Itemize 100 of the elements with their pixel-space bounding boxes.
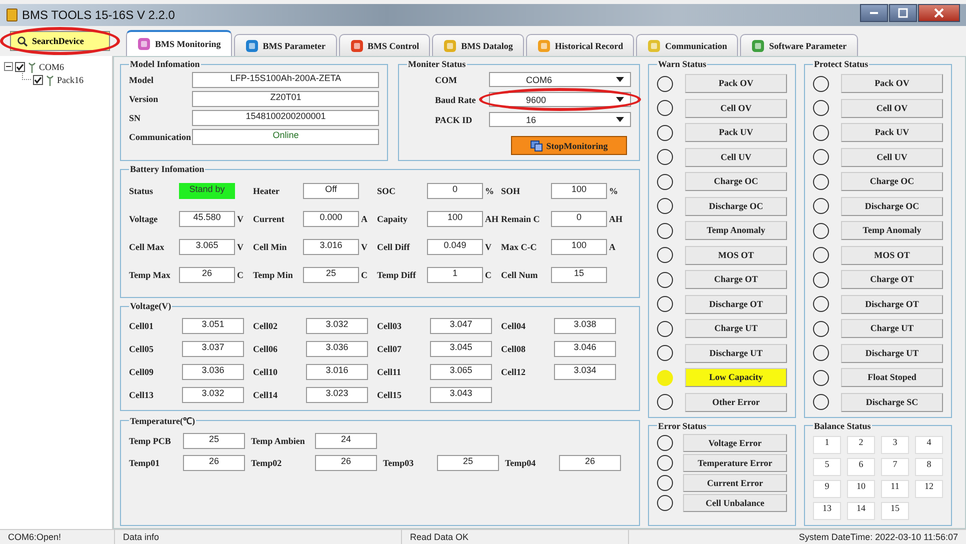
value-field: 3.037 — [182, 341, 244, 357]
field-label: Baud Rate — [435, 94, 477, 104]
caret-icon — [616, 76, 624, 82]
group-title: Model Infomation — [129, 59, 201, 69]
dropdown[interactable]: 16 — [489, 112, 631, 127]
status-indicator: Current Error — [683, 474, 787, 492]
unit-label: V — [236, 214, 244, 224]
status-indicator: Charge OC — [685, 172, 787, 191]
tab-icon — [647, 38, 662, 52]
status-indicator: Discharge SC — [841, 392, 943, 412]
value-field: 100 — [551, 239, 607, 255]
cell-label: Cell09 — [129, 367, 154, 377]
unit-label: A — [360, 214, 368, 224]
field-label: SOH — [501, 186, 522, 196]
value-field: 0.000 — [303, 211, 359, 227]
field-label: SN — [129, 113, 142, 123]
field-label: Cell Min — [253, 242, 288, 252]
group-title: Protect Status — [813, 59, 870, 69]
status-indicator: MOS OT — [685, 246, 787, 264]
tree-item[interactable]: COM6 — [39, 62, 64, 72]
group-title: Voltage(V) — [129, 301, 172, 311]
maximize-button[interactable] — [889, 4, 917, 22]
unit-label: AH — [608, 214, 624, 224]
unit-label: C — [360, 270, 368, 280]
group-title: Balance Status — [813, 420, 872, 430]
field-label: Capaity — [377, 214, 409, 224]
cell-label: Cell05 — [129, 344, 154, 354]
field-label: Heater — [253, 186, 280, 196]
maximize-icon — [898, 8, 908, 18]
value-field: 3.045 — [430, 341, 492, 357]
tree-line — [22, 73, 31, 80]
balance-cell: 11 — [881, 480, 909, 498]
value-field: 3.051 — [182, 318, 244, 334]
status-indicator: MOS OT — [841, 246, 943, 264]
balance-cell: 15 — [881, 502, 909, 520]
minimize-button[interactable] — [860, 4, 888, 22]
field-label: Temp02 — [251, 458, 283, 468]
field-label: Remain C — [501, 214, 541, 224]
dropdown[interactable]: 9600 — [489, 92, 631, 107]
tab[interactable]: BMS Parameter — [234, 34, 336, 56]
status-indicator: Cell OV — [685, 98, 787, 118]
balance-cell: 12 — [915, 480, 943, 498]
field-label: Temp Ambien — [251, 436, 306, 446]
cell-label: Cell03 — [377, 321, 402, 331]
value-field: 100 — [551, 183, 607, 199]
tab[interactable]: Software Parameter — [740, 34, 858, 56]
status-indicator: Cell Unbalance — [683, 494, 787, 512]
cell-label: Cell06 — [253, 344, 278, 354]
cell-label: Cell14 — [253, 390, 278, 400]
group-title: Temperature(℃) — [129, 415, 196, 427]
value-field: 3.034 — [554, 364, 616, 380]
value-field: 26 — [179, 267, 235, 283]
tab[interactable]: BMS Control — [338, 34, 430, 56]
status-indicator: Pack UV — [685, 123, 787, 142]
tab[interactable]: BMS Datalog — [432, 34, 524, 56]
status-indicator: Voltage Error — [683, 434, 787, 452]
group-title: Moniter Status — [407, 59, 467, 69]
status-indicator: Cell UV — [841, 148, 943, 166]
balance-cell: 2 — [847, 436, 875, 454]
antenna-icon — [27, 60, 37, 72]
balance-cell: 10 — [847, 480, 875, 498]
tab[interactable]: Communication — [636, 34, 738, 56]
field-label: Voltage — [129, 214, 159, 224]
balance-cell: 4 — [915, 436, 943, 454]
value-field: 0 — [551, 211, 607, 227]
tab-icon — [244, 38, 259, 52]
tree-item[interactable]: Pack16 — [57, 74, 84, 84]
status-indicator: Temp Anomaly — [685, 221, 787, 240]
unit-label: A — [608, 242, 616, 252]
value-field: 25 — [303, 267, 359, 283]
cell-label: Cell01 — [129, 321, 154, 331]
status-indicator: Other Error — [685, 392, 787, 412]
value-field: 3.036 — [182, 364, 244, 380]
value-field: 26 — [559, 455, 621, 471]
search-device-button[interactable]: SearchDevice — [10, 31, 110, 51]
field-label: Model — [129, 75, 154, 85]
value-field: 24 — [315, 433, 377, 449]
value-field: 3.016 — [306, 364, 368, 380]
window-title: BMS TOOLS 15-16S V 2.2.0 — [22, 8, 176, 22]
stop-monitoring-button[interactable]: StopMonitoring — [511, 136, 627, 155]
field-label: Max C-C — [501, 242, 538, 252]
value-field: 26 — [183, 455, 245, 471]
dropdown[interactable]: COM6 — [489, 72, 631, 87]
status-indicator: Temp Anomaly — [841, 221, 943, 240]
unit-label: % — [608, 186, 619, 196]
unit-label: V — [360, 242, 368, 252]
tab[interactable]: Historical Record — [526, 34, 634, 56]
unit-label: C — [484, 270, 492, 280]
field-label: PACK ID — [435, 114, 474, 124]
tab-icon — [751, 38, 766, 52]
field-label: Cell Num — [501, 270, 539, 280]
close-button[interactable] — [918, 4, 960, 22]
value-field: 3.032 — [306, 318, 368, 334]
tab-icon — [536, 38, 551, 52]
value-field: 3.038 — [554, 318, 616, 334]
field-label: Temp PCB — [129, 436, 172, 446]
tab[interactable]: BMS Monitoring — [126, 30, 232, 56]
field-label: COM — [435, 74, 458, 84]
value-field: 0 — [427, 183, 483, 199]
field-label: Current — [253, 214, 286, 224]
